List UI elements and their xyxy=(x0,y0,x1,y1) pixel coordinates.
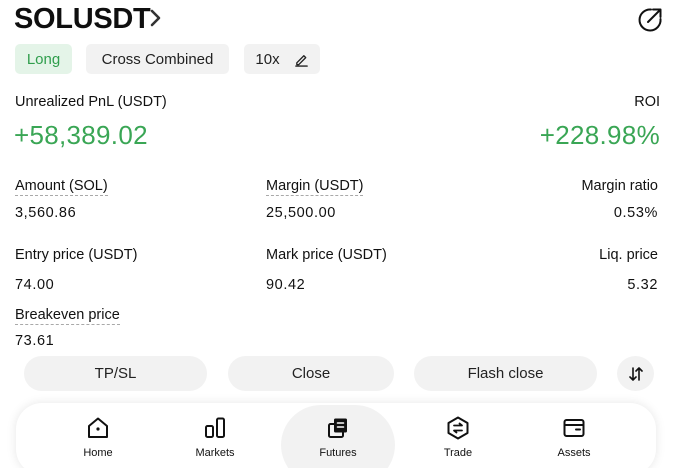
nav-label-assets: Assets xyxy=(557,447,591,459)
mark-price-value: 90.42 xyxy=(266,277,306,293)
roi-value: +228.98% xyxy=(539,120,660,150)
breakeven-price-value: 73.61 xyxy=(15,333,55,349)
entry-price-value: 74.00 xyxy=(15,277,55,293)
nav-futures[interactable]: Futures xyxy=(281,403,395,468)
breakeven-price-label[interactable]: Breakeven price xyxy=(15,307,120,325)
wallet-icon xyxy=(563,419,585,437)
flash-close-button[interactable]: Flash close xyxy=(414,356,597,391)
margin-label[interactable]: Margin (USDT) xyxy=(266,178,364,196)
amount-value: 3,560.86 xyxy=(15,205,77,221)
futures-icon xyxy=(328,418,347,438)
share-icon[interactable] xyxy=(636,5,664,33)
unrealized-pnl-value: +58,389.02 xyxy=(14,120,148,150)
roi-label: ROI xyxy=(634,94,660,110)
nav-assets[interactable]: Assets xyxy=(519,403,629,468)
entry-price-label: Entry price (USDT) xyxy=(15,247,138,263)
nav-label-futures: Futures xyxy=(319,447,357,459)
margin-ratio-value: 0.53% xyxy=(613,205,658,221)
nav-label-trade: Trade xyxy=(443,447,473,459)
nav-markets[interactable]: Markets xyxy=(160,403,270,468)
margin-value: 25,500.00 xyxy=(266,205,336,221)
liq-price-label: Liq. price xyxy=(599,247,658,263)
trade-hexagon-icon xyxy=(447,416,469,440)
nav-label-markets: Markets xyxy=(195,447,235,459)
leverage-chip[interactable]: 10x xyxy=(244,44,320,74)
tpsl-button[interactable]: TP/SL xyxy=(24,356,207,391)
home-icon xyxy=(88,417,108,438)
nav-trade[interactable]: Trade xyxy=(403,403,513,468)
liq-price-value: 5.32 xyxy=(627,277,658,293)
nav-label-home: Home xyxy=(83,447,113,459)
reverse-position-button[interactable] xyxy=(617,356,654,391)
margin-mode-chip[interactable]: Cross Combined xyxy=(86,44,229,74)
close-button[interactable]: Close xyxy=(228,356,394,391)
chevron-right-icon[interactable] xyxy=(148,8,164,28)
pencil-icon xyxy=(294,54,308,67)
position-side-badge: Long xyxy=(15,44,72,74)
page-title[interactable]: SOLUSDT xyxy=(14,3,151,36)
leverage-value: 10x xyxy=(255,50,280,68)
margin-ratio-label: Margin ratio xyxy=(581,178,658,194)
sort-arrows-icon xyxy=(628,366,643,381)
nav-home[interactable]: Home xyxy=(43,403,153,468)
amount-label[interactable]: Amount (SOL) xyxy=(15,178,108,196)
bar-chart-icon xyxy=(205,417,225,438)
mark-price-label: Mark price (USDT) xyxy=(266,247,387,263)
unrealized-pnl-label: Unrealized PnL (USDT) xyxy=(15,94,167,110)
bottom-nav: Home Markets Futures Trade Assets xyxy=(16,403,656,468)
